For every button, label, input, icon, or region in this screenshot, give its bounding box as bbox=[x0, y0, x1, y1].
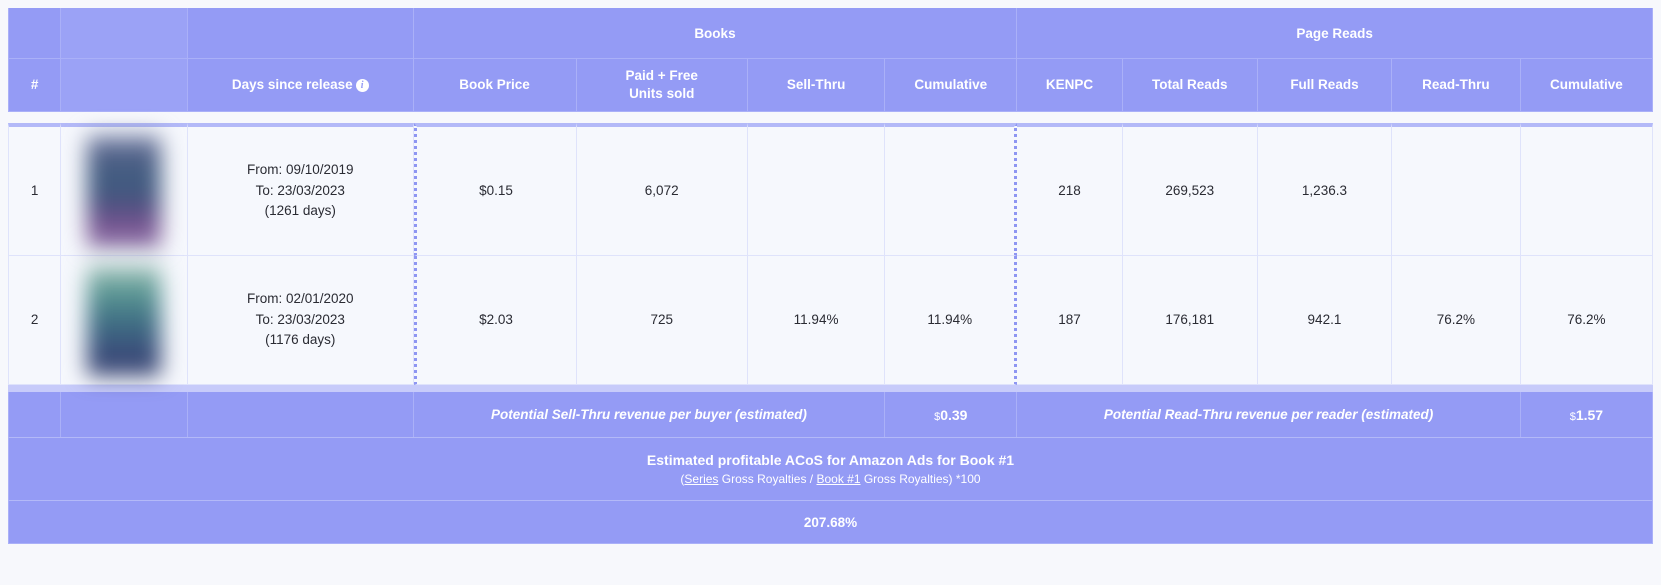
cover-wrapper bbox=[61, 260, 187, 380]
acos-value-row: 207.68% bbox=[8, 500, 1653, 544]
release-from: From: 02/01/2020 bbox=[246, 290, 354, 306]
summary-read-thru-value: $1.57 bbox=[1520, 392, 1653, 437]
acos-explanation-cell: Estimated profitable ACoS for Amazon Ads… bbox=[8, 437, 1653, 500]
group-header-blank-cover bbox=[61, 8, 188, 59]
acos-title: Estimated profitable ACoS for Amazon Ads… bbox=[646, 452, 1015, 468]
spacer-cell bbox=[8, 112, 1653, 123]
cumulative-books-cell: 11.94% bbox=[885, 256, 1018, 385]
summary-blank-days bbox=[187, 392, 414, 437]
info-icon[interactable]: i bbox=[355, 78, 369, 92]
units-sold-line-2: Units sold bbox=[629, 86, 695, 101]
column-header-total-reads[interactable]: Total Reads bbox=[1122, 59, 1258, 112]
row-index: 1 bbox=[8, 123, 62, 256]
kenpc-cell: 218 bbox=[1017, 123, 1123, 256]
cumulative-books-cell bbox=[885, 123, 1018, 256]
summary-blank-index bbox=[8, 392, 62, 437]
release-days-count: (1261 days) bbox=[264, 203, 336, 219]
series-performance-table-page: Books Page Reads # Days since release i B… bbox=[0, 0, 1661, 585]
days-since-release-cell: From: 09/10/2019 To: 23/03/2023 (1261 da… bbox=[187, 123, 414, 256]
column-header-days-since-release[interactable]: Days since release i bbox=[187, 59, 414, 112]
row-index: 2 bbox=[8, 256, 62, 385]
group-header-books: Books bbox=[413, 8, 1018, 59]
column-header-index[interactable]: # bbox=[8, 59, 62, 112]
column-header-full-reads[interactable]: Full Reads bbox=[1257, 59, 1393, 112]
release-to: To: 23/03/2023 bbox=[255, 182, 345, 198]
cumulative-reads-cell: 76.2% bbox=[1520, 256, 1653, 385]
book-price-cell: $2.03 bbox=[413, 256, 577, 385]
cover-wrapper bbox=[61, 131, 187, 251]
value-text: 0.39 bbox=[940, 406, 968, 423]
summary-sell-thru-value: $0.39 bbox=[885, 392, 1018, 437]
column-header-cover bbox=[61, 59, 188, 112]
formula-close: ) *100 bbox=[948, 472, 981, 486]
body-summary-spacer bbox=[8, 385, 1653, 392]
group-header-page-reads: Page Reads bbox=[1017, 8, 1653, 59]
book-cover-thumbnail[interactable] bbox=[61, 256, 188, 385]
read-thru-cell bbox=[1392, 123, 1521, 256]
column-header-units-sold[interactable]: Paid + Free Units sold bbox=[576, 59, 748, 112]
total-reads-cell: 176,181 bbox=[1122, 256, 1258, 385]
book-cover-image bbox=[87, 264, 162, 376]
sell-thru-cell bbox=[747, 123, 886, 256]
acos-value: 207.68% bbox=[8, 500, 1653, 544]
book-cover-image bbox=[87, 135, 162, 247]
table-row[interactable]: 2 From: 02/01/2020 To: 23/03/2023 (1176 … bbox=[8, 256, 1653, 385]
book-1-link[interactable]: Book #1 bbox=[816, 472, 860, 486]
acos-formula: (Series Gross Royalties / Book #1 Gross … bbox=[9, 472, 1652, 486]
kenpc-cell: 187 bbox=[1017, 256, 1123, 385]
acos-header-row: Estimated profitable ACoS for Amazon Ads… bbox=[8, 437, 1653, 500]
table-row[interactable]: 1 From: 09/10/2019 To: 23/03/2023 (1261 … bbox=[8, 123, 1653, 256]
group-header-blank-index bbox=[8, 8, 62, 59]
column-header-cumulative-books[interactable]: Cumulative bbox=[885, 59, 1018, 112]
release-to: To: 23/03/2023 bbox=[255, 311, 345, 327]
summary-sell-thru-label: Potential Sell-Thru revenue per buyer (e… bbox=[413, 392, 886, 437]
value-text: 1.57 bbox=[1575, 406, 1604, 423]
column-header-kenpc[interactable]: KENPC bbox=[1017, 59, 1123, 112]
units-sold-cell: 725 bbox=[576, 256, 748, 385]
column-header-row: # Days since release i Book Price Paid + … bbox=[8, 59, 1653, 112]
cumulative-reads-cell bbox=[1520, 123, 1653, 256]
release-from: From: 09/10/2019 bbox=[246, 161, 354, 177]
spacer-cell bbox=[8, 385, 1653, 392]
full-reads-cell: 942.1 bbox=[1257, 256, 1393, 385]
series-link[interactable]: Series bbox=[684, 472, 718, 486]
column-header-days-label: Days since release bbox=[231, 76, 353, 92]
summary-row: Potential Sell-Thru revenue per buyer (e… bbox=[8, 392, 1653, 437]
group-header-row: Books Page Reads bbox=[8, 8, 1653, 59]
units-sold-line-1: Paid + Free bbox=[625, 67, 698, 83]
book-cover-thumbnail[interactable] bbox=[61, 123, 188, 256]
column-header-read-thru[interactable]: Read-Thru bbox=[1392, 59, 1521, 112]
column-header-cumulative-reads[interactable]: Cumulative bbox=[1520, 59, 1653, 112]
release-days-count: (1176 days) bbox=[265, 332, 336, 348]
book-price-cell: $0.15 bbox=[413, 123, 577, 256]
units-sold-cell: 6,072 bbox=[576, 123, 748, 256]
formula-mid-1: Gross Royalties / bbox=[718, 472, 817, 486]
sell-thru-cell: 11.94% bbox=[747, 256, 886, 385]
total-reads-cell: 269,523 bbox=[1122, 123, 1258, 256]
full-reads-cell: 1,236.3 bbox=[1257, 123, 1393, 256]
read-thru-cell: 76.2% bbox=[1392, 256, 1521, 385]
book-series-performance-table: Books Page Reads # Days since release i B… bbox=[8, 8, 1653, 544]
formula-mid-2: Gross Royalties bbox=[860, 472, 949, 486]
days-since-release-cell: From: 02/01/2020 To: 23/03/2023 (1176 da… bbox=[187, 256, 414, 385]
column-header-book-price[interactable]: Book Price bbox=[413, 59, 577, 112]
group-header-blank-days bbox=[187, 8, 414, 59]
summary-blank-cover bbox=[61, 392, 188, 437]
header-body-spacer bbox=[8, 112, 1653, 123]
column-header-sell-thru[interactable]: Sell-Thru bbox=[747, 59, 886, 112]
summary-read-thru-label: Potential Read-Thru revenue per reader (… bbox=[1017, 392, 1521, 437]
